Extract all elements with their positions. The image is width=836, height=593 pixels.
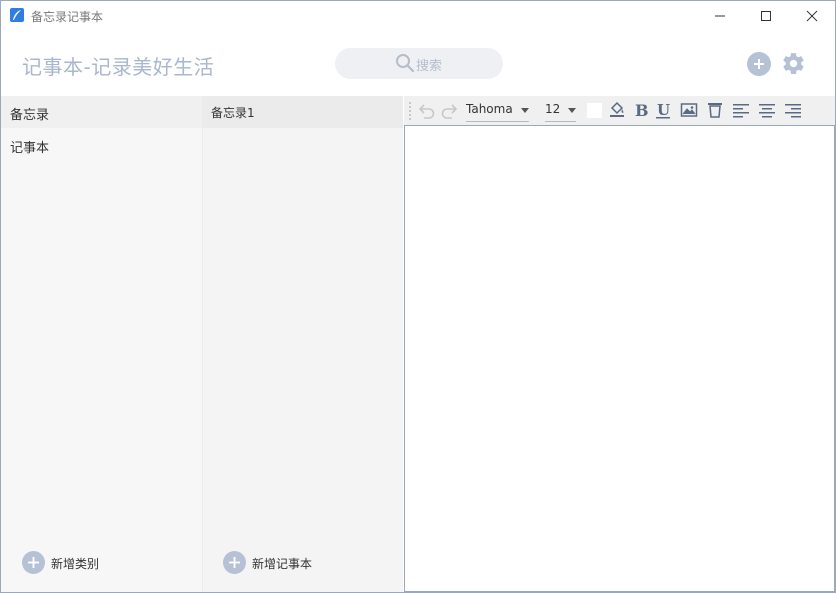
notes-header-label: 备忘录1	[211, 106, 255, 120]
add-button[interactable]	[747, 52, 771, 76]
category-panel: 备忘录 记事本 新增类别	[1, 96, 203, 592]
undo-icon[interactable]	[416, 101, 436, 121]
search-placeholder: 搜索	[416, 59, 443, 74]
font-family-value: Tahoma	[466, 102, 513, 116]
gear-icon	[783, 53, 804, 74]
category-item-label: 记事本	[10, 141, 50, 156]
trash-icon[interactable]	[707, 101, 723, 119]
close-icon	[806, 10, 818, 22]
editor-toolbar: Tahoma 12 B U	[404, 96, 835, 125]
minimize-button[interactable]	[697, 1, 743, 31]
svg-text:U: U	[657, 101, 670, 119]
window-title: 备忘录记事本	[31, 10, 104, 24]
category-header[interactable]: 备忘录	[1, 96, 202, 128]
app-window: 备忘录记事本 记事本-记录美好生活 搜索 备忘录 记事本 新增类别 备忘录1 新…	[0, 0, 836, 593]
maximize-button[interactable]	[743, 1, 789, 31]
fill-color-icon[interactable]	[608, 101, 626, 119]
add-note-label: 新增记事本	[252, 557, 313, 571]
plus-circle-icon	[223, 551, 246, 574]
align-center-icon[interactable]	[758, 101, 776, 119]
add-category-button[interactable]: 新增类别	[22, 551, 152, 575]
toolbar-grip[interactable]	[409, 102, 413, 120]
svg-text:B: B	[635, 101, 649, 119]
redo-icon[interactable]	[440, 101, 460, 121]
title-bar[interactable]: 备忘录记事本	[1, 1, 835, 31]
close-button[interactable]	[789, 1, 835, 31]
font-size-select[interactable]: 12	[545, 102, 576, 122]
plus-icon	[754, 59, 764, 69]
chevron-down-icon	[568, 108, 576, 113]
maximize-icon	[761, 11, 771, 21]
minimize-icon	[715, 15, 725, 17]
notes-panel: 备忘录1 新增记事本	[203, 96, 403, 592]
search-input[interactable]: 搜索	[335, 48, 503, 79]
bold-icon[interactable]: B	[633, 101, 649, 119]
add-note-button[interactable]: 新增记事本	[223, 551, 373, 575]
font-size-value: 12	[545, 102, 561, 116]
app-heading: 记事本-记录美好生活	[22, 55, 215, 79]
align-left-icon[interactable]	[732, 101, 750, 119]
settings-button[interactable]	[781, 51, 806, 76]
underline-icon[interactable]: U	[655, 101, 671, 119]
chevron-down-icon	[521, 108, 529, 113]
font-family-select[interactable]: Tahoma	[466, 102, 529, 122]
plus-circle-icon	[22, 551, 45, 574]
image-icon[interactable]	[680, 101, 698, 119]
add-category-label: 新增类别	[51, 557, 100, 571]
category-header-label: 备忘录	[10, 108, 50, 123]
editor-textarea[interactable]	[404, 125, 835, 592]
text-color-swatch[interactable]	[587, 103, 602, 118]
app-header: 记事本-记录美好生活 搜索	[1, 31, 835, 95]
feather-icon	[10, 8, 24, 22]
notes-header[interactable]: 备忘录1	[203, 96, 403, 128]
category-item[interactable]: 记事本	[1, 132, 202, 158]
search-icon	[396, 54, 415, 73]
align-right-icon[interactable]	[784, 101, 802, 119]
